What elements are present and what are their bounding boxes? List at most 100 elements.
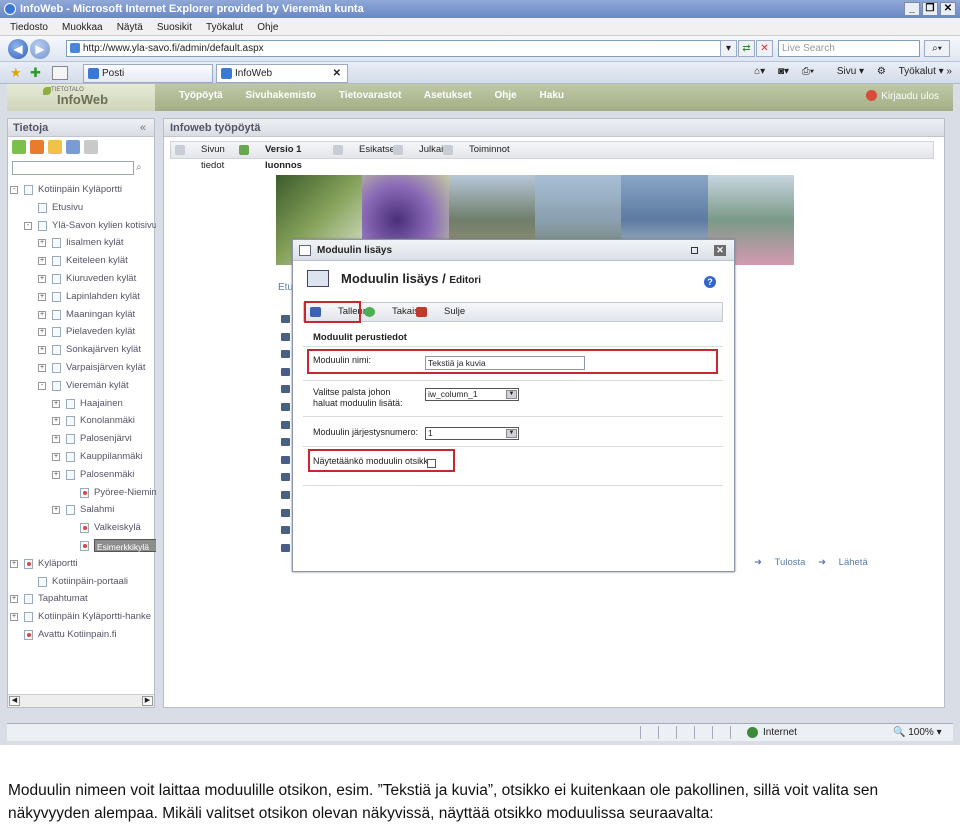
menu-edit[interactable]: Muokkaa [62, 22, 103, 33]
tree-node[interactable]: Esimerkkikylä [8, 537, 156, 555]
tree-search-input[interactable] [12, 161, 134, 175]
tree-node[interactable]: + Palosenjärvi [8, 430, 156, 448]
tree-node[interactable]: + Iisalmen kylät [8, 234, 156, 252]
arrow-icon[interactable] [281, 420, 290, 429]
stop-icon[interactable]: ✕ [756, 40, 773, 57]
arrow-icon[interactable] [281, 367, 290, 376]
tree-node[interactable]: Etusivu [8, 199, 156, 217]
search-input[interactable]: Live Search [778, 40, 920, 57]
expand-icon[interactable]: + [10, 613, 18, 622]
tree-node[interactable]: - Vieremän kylät [8, 377, 156, 395]
add-favorite-icon[interactable]: ✚ [30, 65, 41, 81]
close-icon[interactable]: ✕ [940, 2, 956, 16]
tree-node[interactable]: + Keiteleen kylät [8, 252, 156, 270]
send-link[interactable]: ➜ Lähetä [818, 557, 868, 568]
arrow-icon[interactable] [281, 438, 290, 447]
tools-menu[interactable]: ⚙ Työkalut ▾ » [877, 66, 952, 77]
order-select[interactable]: 1 ▼ [425, 427, 519, 440]
page-menu[interactable]: Sivu ▾ [827, 66, 864, 77]
tree-node[interactable]: + Salahmi [8, 501, 156, 519]
help-icon[interactable]: ? [704, 276, 716, 288]
arrow-icon[interactable] [281, 543, 290, 552]
collapse-node-icon[interactable]: - [10, 186, 18, 194]
arrow-icon[interactable] [281, 455, 290, 464]
print-link[interactable]: ➜ Tulosta [754, 557, 805, 568]
menu-help[interactable]: Ohje [257, 22, 278, 33]
tab-posti[interactable]: Posti [83, 64, 213, 83]
tree-node[interactable]: + Kauppilanmäki [8, 448, 156, 466]
tree-node[interactable]: + Kyläportti [8, 555, 156, 573]
maximize-icon[interactable] [691, 247, 698, 254]
delete-icon[interactable] [84, 140, 98, 154]
search-icon[interactable]: ⌕▾ [924, 40, 950, 57]
breadcrumb[interactable]: Etu [278, 282, 293, 293]
home-icon[interactable]: ⌂▾ [754, 66, 765, 77]
menu-file[interactable]: Tiedosto [10, 22, 48, 33]
nav-tietovarastot[interactable]: Tietovarastot [339, 90, 402, 101]
tree-node[interactable]: Avattu Kotiinpain.fi [8, 626, 156, 644]
tree-node[interactable]: Kotiinpäin-portaali [8, 573, 156, 591]
nav-ohje[interactable]: Ohje [495, 90, 517, 101]
horizontal-scrollbar[interactable]: ◀ ▶ [8, 694, 154, 707]
expand-icon[interactable]: + [38, 292, 46, 301]
dialog-close-icon[interactable]: ✕ [714, 245, 726, 256]
expand-icon[interactable]: + [38, 239, 46, 248]
quick-tabs-icon[interactable] [52, 66, 68, 80]
expand-icon[interactable]: + [52, 399, 60, 408]
new-page-icon[interactable] [12, 140, 26, 154]
feeds-icon[interactable]: ◙▾ [778, 66, 789, 77]
tree-node[interactable]: + Palosenmäki [8, 466, 156, 484]
tree-node[interactable]: - Kotiinpäin Kyläportti [8, 181, 156, 199]
print-icon[interactable]: ⎙▾ [802, 66, 814, 77]
move-icon[interactable] [66, 140, 80, 154]
arrow-icon[interactable] [281, 473, 290, 482]
collapse-node-icon[interactable]: - [38, 381, 46, 390]
arrow-icon[interactable] [281, 332, 290, 341]
tree-node[interactable]: + Lapinlahden kylät [8, 288, 156, 306]
tab-infoweb[interactable]: InfoWeb ✕ [216, 64, 348, 83]
expand-icon[interactable]: + [52, 506, 60, 515]
menu-favorites[interactable]: Suosikit [157, 22, 192, 33]
scroll-right-icon[interactable]: ▶ [142, 696, 153, 706]
arrow-icon[interactable] [281, 526, 290, 535]
nav-sivuhakemisto[interactable]: Sivuhakemisto [246, 90, 317, 101]
nav-asetukset[interactable]: Asetukset [424, 90, 472, 101]
close-tab-icon[interactable]: ✕ [333, 65, 341, 82]
expand-icon[interactable]: + [10, 595, 18, 604]
tree-node[interactable]: Valkeiskylä [8, 519, 156, 537]
arrow-icon[interactable] [281, 315, 290, 323]
expand-icon[interactable]: + [38, 328, 46, 337]
tree-node[interactable]: + Konolanmäki [8, 412, 156, 430]
tree-node[interactable]: + Kiuruveden kylät [8, 270, 156, 288]
tree-node[interactable]: + Pielaveden kylät [8, 323, 156, 341]
expand-icon[interactable]: + [38, 310, 46, 319]
folder-icon[interactable] [48, 140, 62, 154]
favorites-star-icon[interactable]: ★ [10, 65, 22, 81]
column-select[interactable]: iw_column_1 ▼ [425, 388, 519, 401]
refresh-icon[interactable]: ⇄ [738, 40, 755, 57]
expand-icon[interactable]: + [52, 452, 60, 461]
tree-node[interactable]: + Haajainen [8, 395, 156, 413]
expand-icon[interactable]: + [38, 346, 46, 355]
arrow-icon[interactable] [281, 402, 290, 411]
expand-icon[interactable]: + [10, 559, 18, 568]
logout-link[interactable]: Kirjaudu ulos [866, 90, 939, 102]
collapse-node-icon[interactable]: - [24, 221, 32, 230]
minimize-icon[interactable]: _ [904, 2, 920, 16]
expand-icon[interactable]: + [38, 257, 46, 266]
address-field[interactable]: http://www.yla-savo.fi/admin/default.asp… [66, 40, 734, 57]
tree-search-icon[interactable]: ⌕ [136, 161, 150, 175]
scroll-left-icon[interactable]: ◀ [9, 696, 20, 706]
tree-node[interactable]: + Varpaisjärven kylät [8, 359, 156, 377]
address-dropdown-icon[interactable]: ▾ [720, 40, 737, 57]
tree-node[interactable]: + Maaningan kylät [8, 306, 156, 324]
menu-view[interactable]: Näytä [117, 22, 143, 33]
tree-node[interactable]: Pyöree-Nieminen [8, 484, 156, 502]
expand-icon[interactable]: + [38, 274, 46, 283]
arrow-icon[interactable] [281, 490, 290, 499]
collapse-icon[interactable]: « [140, 119, 146, 137]
tree-node[interactable]: + Sonkajärven kylät [8, 341, 156, 359]
new-link-icon[interactable] [30, 140, 44, 154]
arrow-icon[interactable] [281, 508, 290, 517]
expand-icon[interactable]: + [52, 470, 60, 479]
